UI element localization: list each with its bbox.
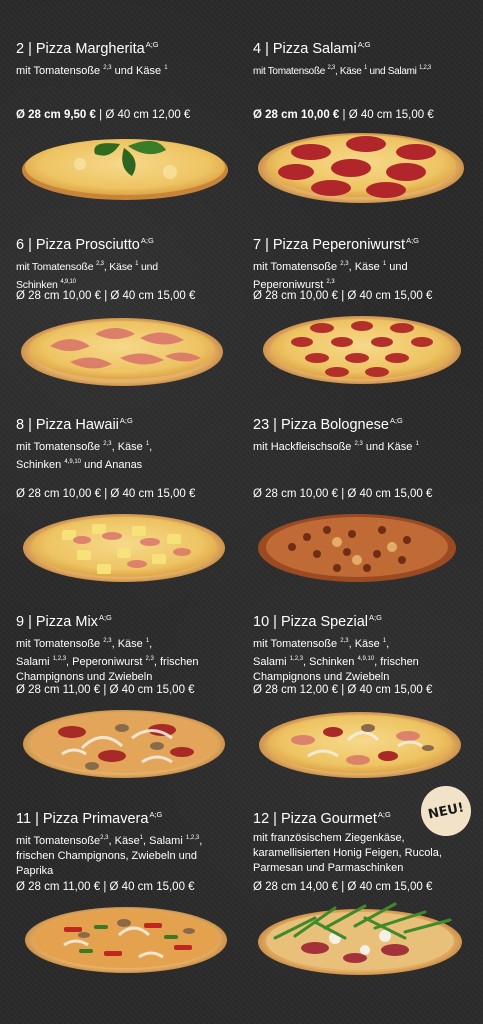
- item-title: 7 | Pizza PeperoniwurstA;G: [253, 236, 419, 253]
- menu-item-prosciutto[interactable]: 6 | Pizza ProsciuttoA;G mit Tomatensoße …: [16, 232, 246, 293]
- menu-item-margherita[interactable]: 2 | Pizza MargheritaA;G mit Tomatensoße …: [16, 36, 246, 79]
- pizza-peperoniwurst-image: [263, 316, 461, 384]
- item-description: mit Tomatensoße 2,3, Käse 1, Salami 1,2,…: [16, 638, 199, 683]
- menu-page: 2 | Pizza MargheritaA;G mit Tomatensoße …: [0, 0, 483, 1024]
- item-price: Ø 28 cm 12,00 € | Ø 40 cm 15,00 €: [253, 684, 433, 696]
- item-price: Ø 28 cm 10,00 € | Ø 40 cm 15,00 €: [253, 290, 433, 302]
- item-title: 6 | Pizza ProsciuttoA;G: [16, 236, 154, 253]
- item-description: mit Tomatensoße 2,3, Käse 1, Salami 1,2,…: [253, 638, 419, 683]
- menu-item-peperoniwurst[interactable]: 7 | Pizza PeperoniwurstA;G mit Tomatenso…: [253, 232, 483, 293]
- item-price: Ø 28 cm 10,00 € | Ø 40 cm 15,00 €: [16, 290, 196, 302]
- item-description: mit Tomatensoße 2,3, Käse 1 und Salami 1…: [253, 65, 431, 77]
- item-description: mit Tomatensoße2,3, Käse1, Salami 1,2,3,…: [16, 835, 203, 877]
- item-title: 23 | Pizza BologneseA;G: [253, 416, 403, 433]
- pizza-gourmet-image: [258, 902, 462, 975]
- item-title: 2 | Pizza MargheritaA;G: [16, 40, 159, 57]
- menu-item-bolognese[interactable]: 23 | Pizza BologneseA;G mit Hackfleischs…: [253, 412, 483, 455]
- pizza-mix-image: [23, 710, 225, 778]
- item-price: Ø 28 cm 11,00 € | Ø 40 cm 15,00 €: [16, 684, 195, 696]
- pizza-bolognese-image: [258, 514, 456, 582]
- item-description: mit französischem Ziegenkäse, karamellis…: [253, 832, 442, 874]
- item-title: 10 | Pizza SpezialA;G: [253, 613, 382, 630]
- item-description: mit Tomatensoße 2,3, Käse 1 und Peperoni…: [253, 261, 408, 291]
- item-price: Ø 28 cm 10,00 € | Ø 40 cm 15,00 €: [16, 488, 196, 500]
- item-description: mit Hackfleischsoße 2,3 und Käse 1: [253, 441, 419, 453]
- item-price: Ø 28 cm 14,00 € | Ø 40 cm 15,00 €: [253, 881, 433, 893]
- pizza-salami-image: [258, 133, 464, 203]
- item-price: Ø 28 cm 9,50 € | Ø 40 cm 12,00 €: [16, 109, 191, 121]
- menu-item-mix[interactable]: 9 | Pizza MixA;G mit Tomatensoße 2,3, Kä…: [16, 609, 246, 685]
- item-description: mit Tomatensoße 2,3, Käse 1 und Schinken…: [16, 261, 158, 291]
- menu-item-primavera[interactable]: 11 | Pizza PrimaveraA;G mit Tomatensoße2…: [16, 806, 246, 879]
- item-title: 8 | Pizza HawaiiA;G: [16, 416, 133, 433]
- item-description: mit Tomatensoße 2,3 und Käse 1: [16, 65, 168, 77]
- item-title: 11 | Pizza PrimaveraA;G: [16, 810, 163, 827]
- item-price: Ø 28 cm 10,00 € | Ø 40 cm 15,00 €: [253, 488, 433, 500]
- pizza-margherita-image: [22, 139, 228, 200]
- pizza-prosciutto-image: [21, 318, 223, 386]
- menu-item-hawaii[interactable]: 8 | Pizza HawaiiA;G mit Tomatensoße 2,3,…: [16, 412, 246, 473]
- item-title: 4 | Pizza SalamiA;G: [253, 40, 371, 57]
- pizza-spezial-image: [259, 712, 461, 778]
- item-price: Ø 28 cm 10,00 € | Ø 40 cm 15,00 €: [253, 109, 434, 121]
- menu-item-salami[interactable]: 4 | Pizza SalamiA;G mit Tomatensoße 2,3,…: [253, 36, 483, 79]
- item-price: Ø 28 cm 11,00 € | Ø 40 cm 15,00 €: [16, 881, 195, 893]
- item-description: mit Tomatensoße 2,3, Käse 1, Schinken 4,…: [16, 441, 153, 471]
- item-title: 9 | Pizza MixA;G: [16, 613, 112, 630]
- menu-item-spezial[interactable]: 10 | Pizza SpezialA;G mit Tomatensoße 2,…: [253, 609, 483, 685]
- pizza-primavera-image: [25, 907, 227, 973]
- pizza-hawaii-image: [23, 514, 225, 582]
